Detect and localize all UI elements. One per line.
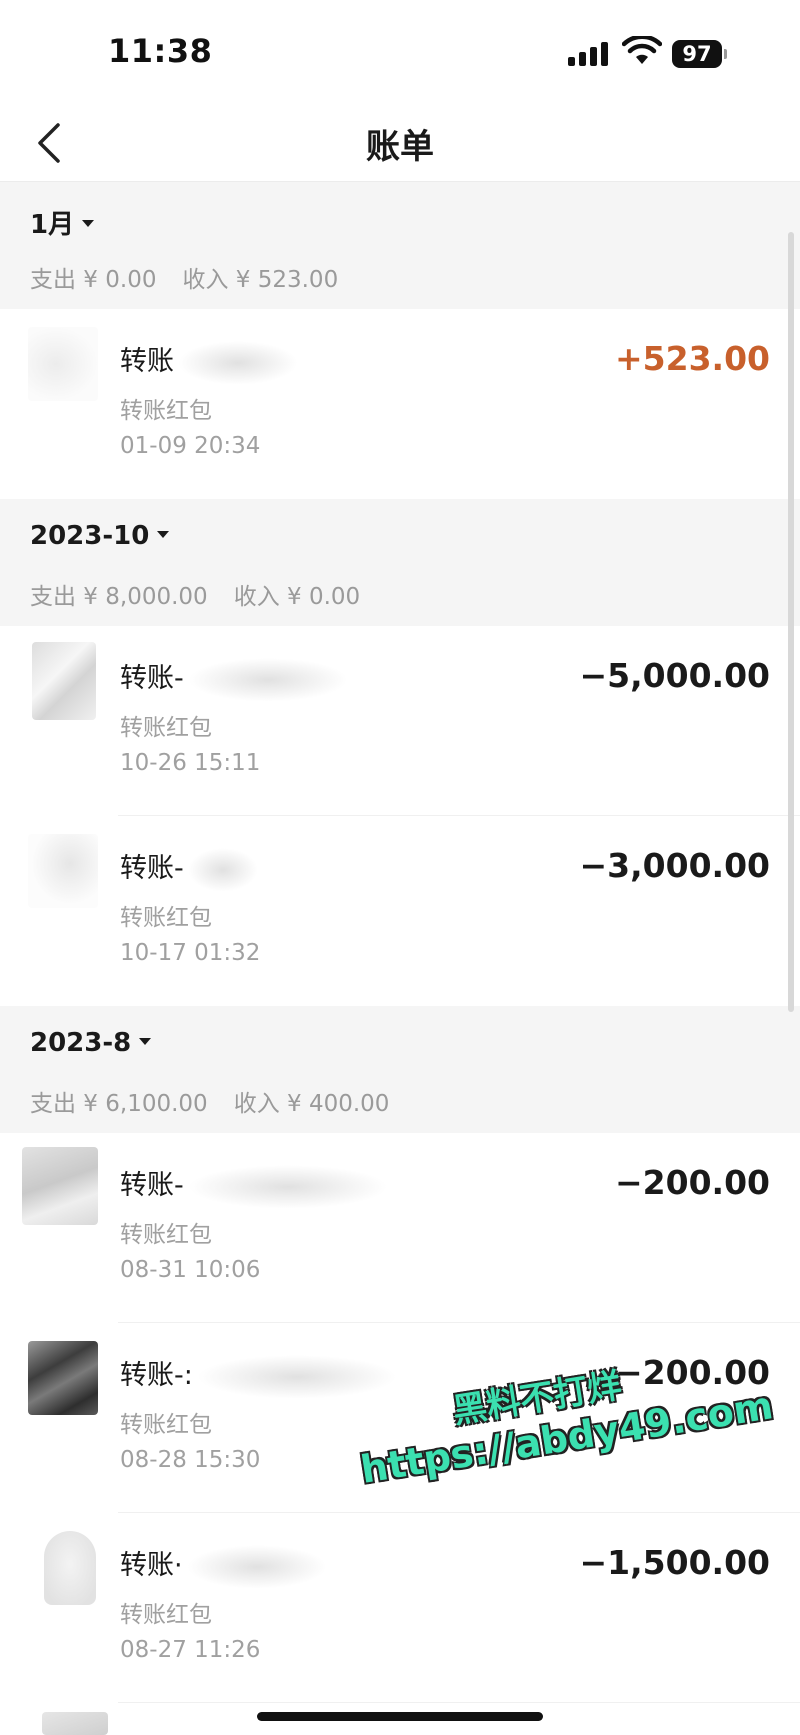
- month-income: 收入 ¥ 523.00: [182, 267, 339, 293]
- transaction-time: 08-31 10:06: [120, 1257, 261, 1283]
- avatar: [44, 1531, 96, 1605]
- avatar: [32, 642, 96, 720]
- month-header: 2023-10 支出 ¥ 8,000.00 收入 ¥ 0.00: [0, 499, 800, 626]
- month-expense: 支出 ¥ 8,000.00: [30, 584, 208, 610]
- month-label: 2023-10: [30, 521, 150, 551]
- month-filter[interactable]: 1月: [30, 204, 95, 241]
- transaction-time: 01-09 20:34: [120, 433, 261, 459]
- caret-down-icon: [139, 1038, 152, 1045]
- month-expense: 支出 ¥ 0.00: [30, 267, 157, 293]
- month-summary: 支出 ¥ 0.00 收入 ¥ 523.00: [30, 260, 338, 294]
- divider: [118, 1702, 800, 1703]
- blurred-name: [186, 1544, 327, 1589]
- transaction-row[interactable]: 转账- 转账红包 10-26 15:11 −5,000.00: [0, 626, 800, 816]
- transaction-time: 10-26 15:11: [120, 750, 261, 776]
- blurred-name: [196, 1354, 397, 1399]
- battery-icon: [724, 49, 727, 59]
- scrollbar[interactable]: [788, 232, 794, 1012]
- status-time: 11:38: [108, 32, 213, 70]
- transaction-time: 10-17 01:32: [120, 940, 261, 966]
- month-label: 1月: [30, 210, 75, 240]
- caret-down-icon: [82, 220, 95, 227]
- month-summary: 支出 ¥ 6,100.00 收入 ¥ 400.00: [30, 1084, 389, 1118]
- avatar: [28, 834, 98, 908]
- page-title: 账单: [366, 127, 434, 167]
- month-summary: 支出 ¥ 8,000.00 收入 ¥ 0.00: [30, 577, 360, 611]
- month-expense: 支出 ¥ 6,100.00: [30, 1091, 208, 1117]
- transaction-title: 转账: [120, 339, 298, 385]
- transaction-type: 转账红包: [120, 715, 212, 741]
- avatar: [28, 1341, 98, 1415]
- transaction-title: 转账-:: [120, 1353, 397, 1399]
- nav-bar: 账单: [0, 105, 800, 182]
- month-filter[interactable]: 2023-10: [30, 521, 170, 551]
- transaction-title: 转账·: [120, 1543, 327, 1589]
- avatar: [42, 1712, 108, 1735]
- month-label: 2023-8: [30, 1028, 132, 1058]
- month-filter[interactable]: 2023-8: [30, 1028, 152, 1058]
- transaction-title: 转账-: [120, 846, 258, 892]
- transaction-amount: −1,500.00: [579, 1543, 771, 1582]
- blurred-name: [187, 1164, 388, 1209]
- month-header: 2023-8 支出 ¥ 6,100.00 收入 ¥ 400.00: [0, 1006, 800, 1133]
- transaction-row[interactable]: 转账- 转账红包 08-31 10:06 −200.00: [0, 1133, 800, 1323]
- avatar: [22, 1147, 98, 1225]
- status-bar: 11:38 97: [0, 0, 800, 105]
- transaction-row[interactable]: 转账 转账红包 01-09 20:34 +523.00: [0, 309, 800, 499]
- transaction-amount: −200.00: [615, 1163, 770, 1202]
- month-income: 收入 ¥ 400.00: [233, 1091, 390, 1117]
- transaction-row[interactable]: 转账· 转账红包 08-27 11:26 −1,500.00: [0, 1513, 800, 1703]
- transaction-type: 转账红包: [120, 398, 212, 424]
- transaction-type: 转账红包: [120, 905, 212, 931]
- avatar: [28, 327, 98, 401]
- transaction-amount: −3,000.00: [579, 846, 771, 885]
- transaction-row[interactable]: 转账- 转账红包 10-17 01:32 −3,000.00: [0, 816, 800, 1006]
- transaction-type: 转账红包: [120, 1602, 212, 1628]
- transaction-amount: −5,000.00: [579, 656, 771, 695]
- blurred-name: [178, 340, 298, 385]
- blurred-name: [187, 847, 258, 892]
- transaction-time: 08-27 11:26: [120, 1637, 261, 1663]
- transaction-title: 转账-: [120, 656, 348, 702]
- cellular-signal-icon: [568, 40, 612, 66]
- transaction-time: 08-28 15:30: [120, 1447, 261, 1473]
- transaction-amount: +523.00: [615, 339, 770, 378]
- transaction-type: 转账红包: [120, 1222, 212, 1248]
- transaction-type: 转账红包: [120, 1412, 212, 1438]
- battery-level: 97: [672, 40, 722, 68]
- caret-down-icon: [157, 531, 170, 538]
- month-header: 1月 支出 ¥ 0.00 收入 ¥ 523.00: [0, 182, 800, 309]
- wifi-icon: [622, 36, 662, 64]
- transaction-title: 转账-: [120, 1163, 388, 1209]
- month-income: 收入 ¥ 0.00: [233, 584, 361, 610]
- home-indicator[interactable]: [257, 1712, 543, 1721]
- blurred-name: [187, 657, 348, 702]
